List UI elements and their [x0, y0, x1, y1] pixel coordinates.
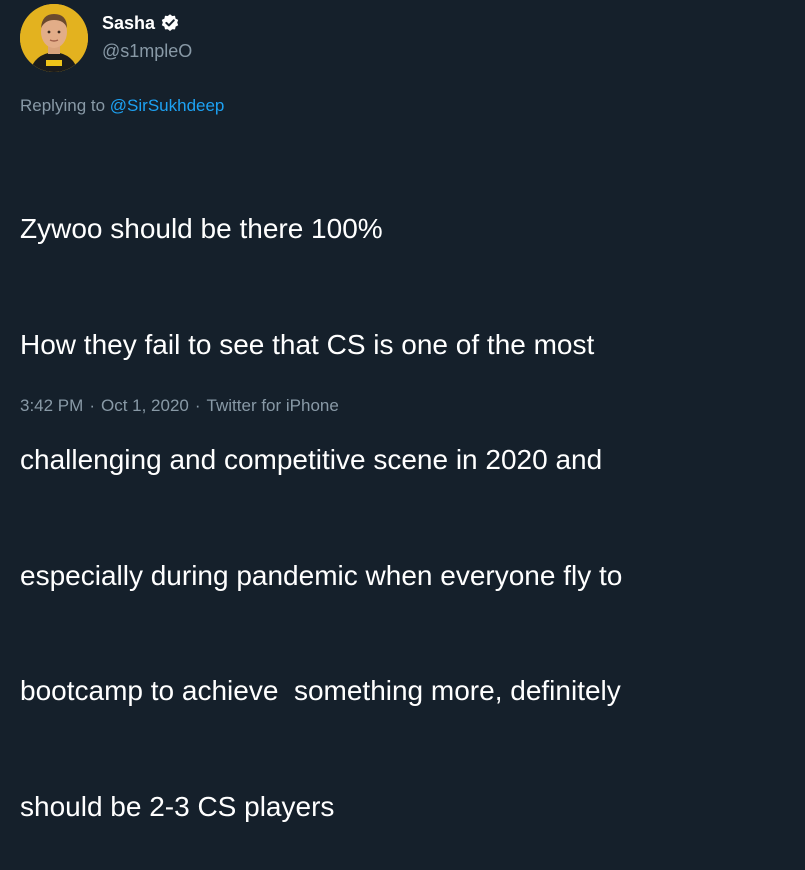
tweet-text: Zywoo should be there 100% How they fail…	[20, 133, 790, 870]
author-name-row[interactable]: Sasha	[102, 12, 180, 34]
author-display-name[interactable]: Sasha	[102, 12, 155, 34]
tweet-text-line: How they fail to see that CS is one of t…	[20, 328, 595, 360]
tweet-meta: 3:42 PM · Oct 1, 2020 · Twitter for iPhone	[20, 395, 339, 417]
tweet-date[interactable]: Oct 1, 2020	[101, 396, 189, 415]
avatar-image	[20, 4, 88, 72]
tweet-text-line: bootcamp to achieve something more, defi…	[20, 675, 621, 706]
reply-mention-link[interactable]: @SirSukhdeep	[110, 96, 225, 115]
tweet-text-line: should be 2-3 CS players	[20, 790, 335, 822]
meta-separator: ·	[194, 396, 201, 415]
tweet-card: Sasha @s1mpleO Replying to @SirSukhdeep …	[0, 0, 805, 822]
avatar[interactable]	[20, 4, 88, 72]
tweet-time[interactable]: 3:42 PM	[20, 396, 83, 415]
tweet-text-line: especially during pandemic when everyone…	[20, 559, 623, 591]
replying-to-row: Replying to @SirSukhdeep	[20, 95, 224, 117]
replying-to-label: Replying to	[20, 96, 110, 115]
tweet-text-line: challenging and competitive scene in 202…	[20, 444, 603, 475]
verified-badge-icon	[160, 13, 180, 33]
meta-separator: ·	[89, 396, 95, 415]
author-handle[interactable]: @s1mpleO	[102, 40, 192, 62]
tweet-source[interactable]: Twitter for iPhone	[207, 396, 339, 415]
tweet-text-line: Zywoo should be there 100%	[20, 213, 383, 244]
